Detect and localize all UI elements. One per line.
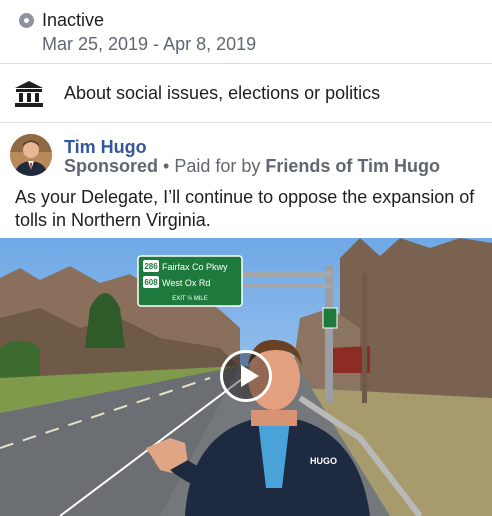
- ad-status-row: Inactive Mar 25, 2019 - Apr 8, 2019: [0, 0, 492, 63]
- sign-route-2: 608: [144, 278, 158, 287]
- sign-exit: EXIT ½ MILE: [172, 295, 208, 302]
- status-label: Inactive: [42, 10, 105, 30]
- sign-line-2: West Ox Rd: [162, 278, 210, 288]
- paid-for-prefix: Paid for by: [174, 156, 266, 176]
- paid-for-by-name: Friends of Tim Hugo: [265, 156, 441, 176]
- advertiser-name-link[interactable]: Tim Hugo: [64, 137, 147, 158]
- ad-category-text: About social issues, elections or politi…: [64, 83, 381, 103]
- sponsored-line: Sponsored • Paid for by Friends of Tim H…: [64, 156, 440, 177]
- sign-route-1: 286: [144, 262, 158, 271]
- status-date-range: Mar 25, 2019 - Apr 8, 2019: [42, 34, 257, 54]
- separator-dot: •: [158, 156, 175, 176]
- sign-line-1: Fairfax Co Pkwy: [162, 262, 228, 272]
- government-building-icon: [15, 81, 43, 107]
- status-dot-icon: [19, 13, 34, 28]
- sponsored-label: Sponsored: [64, 156, 159, 176]
- jacket-logo: HUGO: [310, 456, 337, 466]
- ad-body-text: As your Delegate, I’ll continue to oppos…: [15, 187, 475, 230]
- divider: [0, 122, 492, 123]
- play-icon[interactable]: [220, 350, 272, 402]
- advertiser-avatar[interactable]: [10, 134, 52, 176]
